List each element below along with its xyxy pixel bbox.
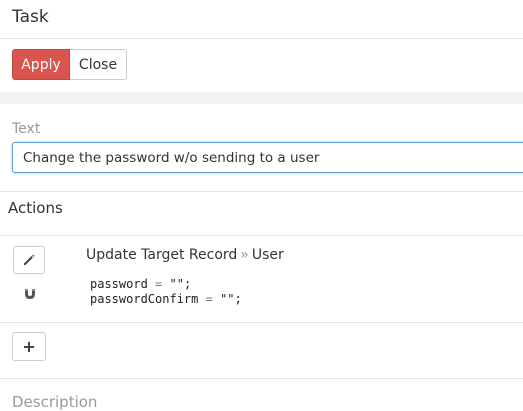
code-field: password: [90, 277, 148, 291]
apply-button[interactable]: Apply: [12, 49, 70, 80]
description-label: Description: [12, 393, 98, 411]
divider: [0, 235, 523, 236]
divider: [0, 191, 523, 192]
breadcrumb-separator: »: [240, 247, 249, 263]
code-field: passwordConfirm: [90, 292, 199, 306]
edit-action-button[interactable]: [13, 246, 45, 274]
code-value: "": [220, 292, 235, 306]
action-title: Update Target Record» User: [86, 247, 284, 263]
add-action-button[interactable]: [12, 332, 46, 361]
code-terminator: ;: [183, 277, 192, 291]
code-operator: =: [155, 277, 163, 291]
text-input[interactable]: [12, 142, 523, 173]
actions-heading: Actions: [8, 199, 63, 217]
magnet-icon[interactable]: [23, 287, 37, 301]
code-line: password = "";: [90, 277, 191, 291]
action-type: Update Target Record: [86, 247, 238, 263]
pencil-icon: [24, 254, 35, 265]
code-terminator: ;: [234, 292, 242, 306]
code-line: passwordConfirm = "";: [90, 292, 242, 306]
divider: [0, 322, 523, 323]
divider: [0, 38, 523, 39]
plus-icon: [24, 341, 34, 352]
page-title: Task: [12, 7, 49, 27]
code-value: "": [169, 277, 184, 291]
close-button[interactable]: Close: [70, 49, 127, 80]
divider: [0, 378, 523, 379]
text-field-label: Text: [12, 121, 41, 137]
code-operator: =: [205, 292, 213, 306]
section-band: [0, 92, 523, 104]
action-target: User: [251, 247, 284, 263]
